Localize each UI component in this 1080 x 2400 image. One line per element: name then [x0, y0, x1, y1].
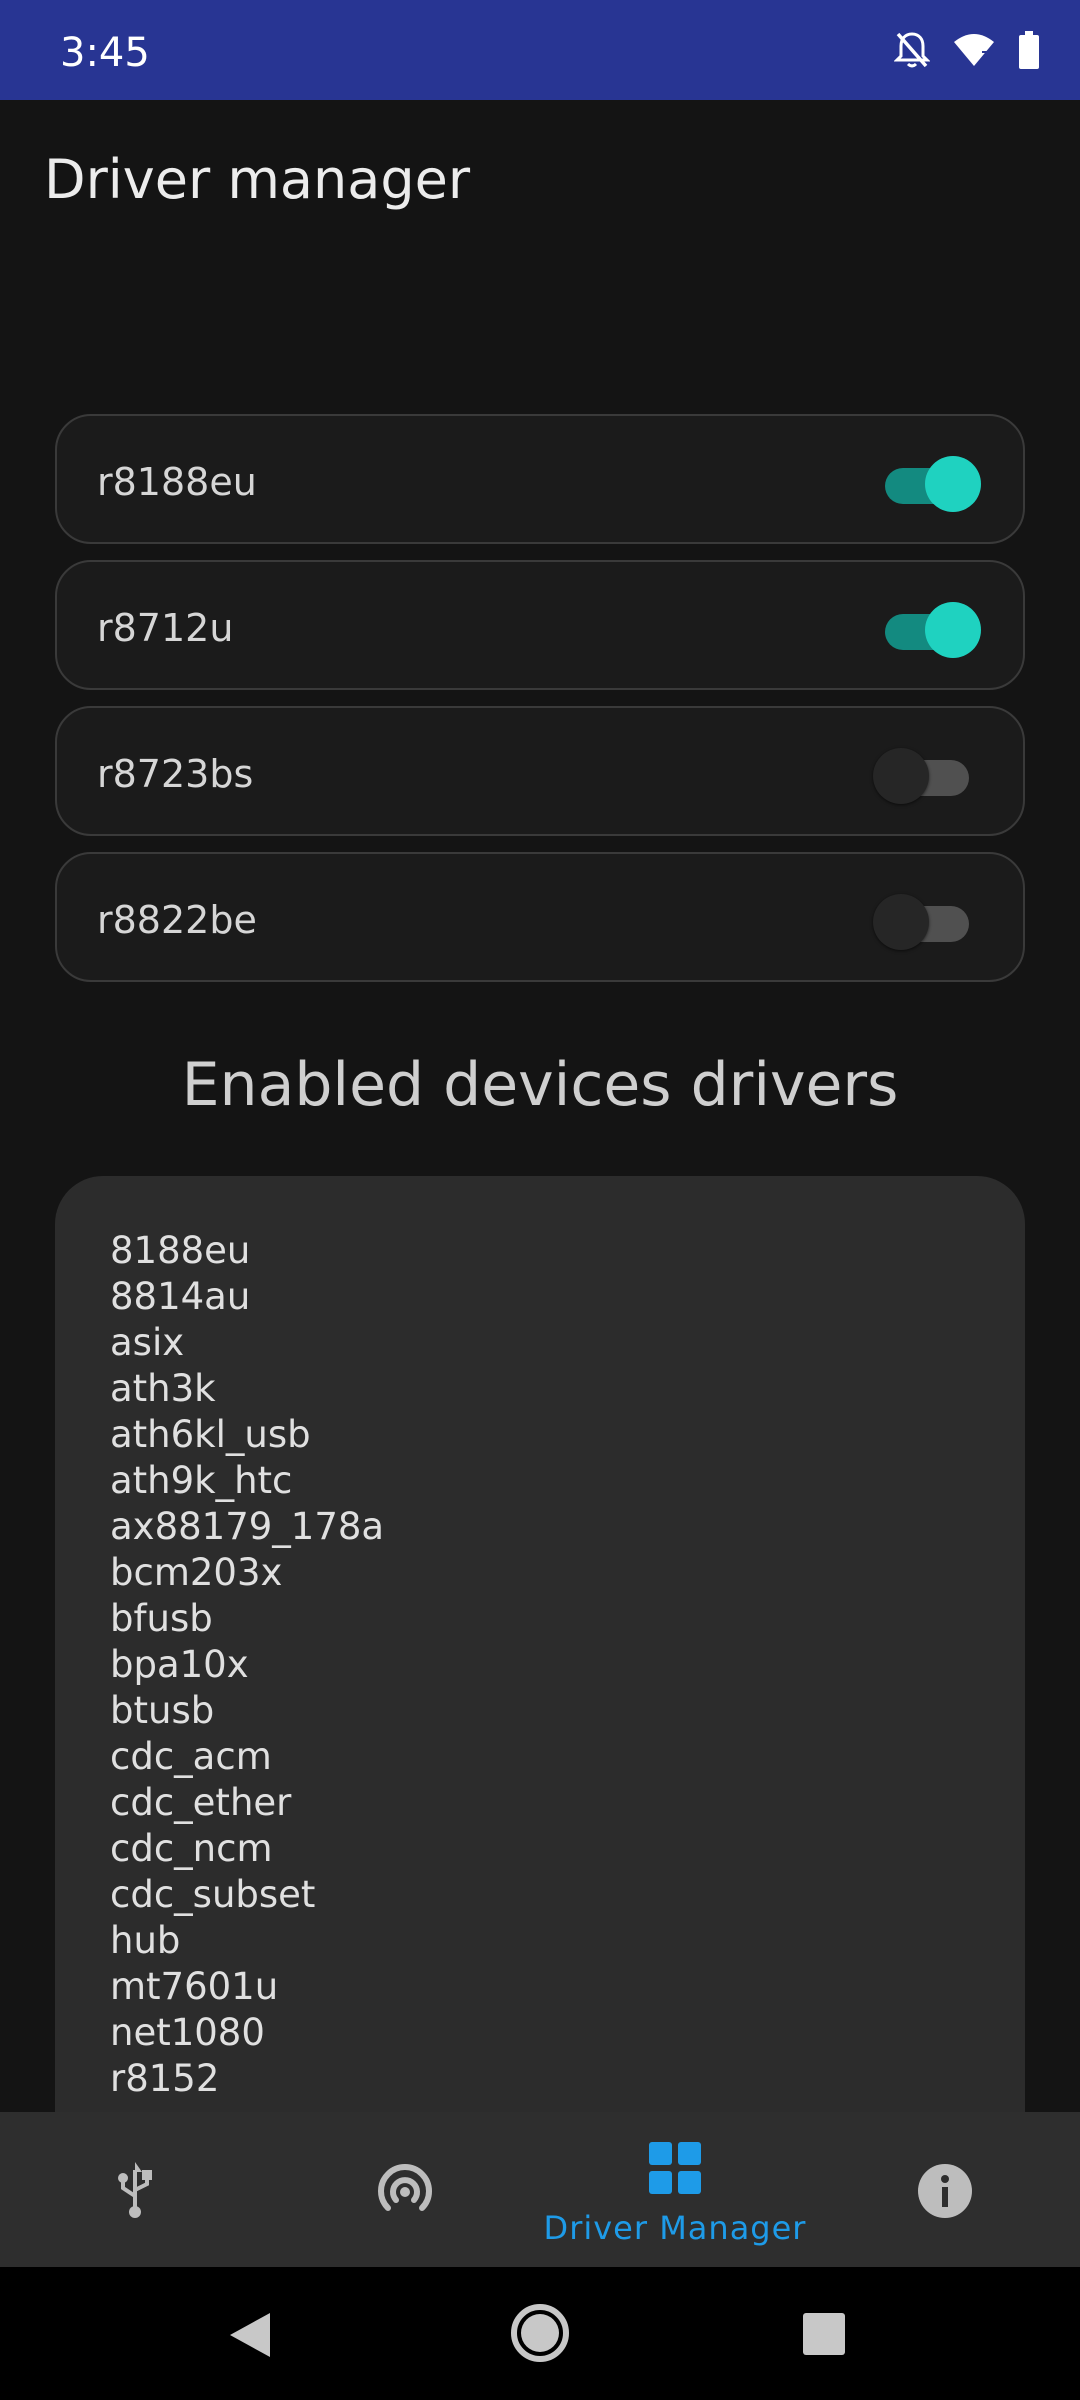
enabled-drivers-list: 8188eu 8814au asix ath3k ath6kl_usb ath9… — [110, 1228, 384, 2102]
driver-toggle-r8822be[interactable] — [873, 892, 975, 950]
switch-thumb — [873, 748, 929, 804]
nav-item-broadcast[interactable] — [270, 2112, 540, 2267]
list-item: asix — [110, 1321, 185, 1364]
dashboard-icon — [649, 2142, 701, 2199]
driver-card-r8822be[interactable]: r8822be — [55, 852, 1025, 982]
driver-name: r8188eu — [97, 460, 257, 504]
system-navigation-bar — [0, 2267, 1080, 2400]
nav-item-info[interactable] — [810, 2112, 1080, 2267]
list-item: r8152 — [110, 2057, 220, 2100]
enabled-drivers-panel[interactable]: 8188eu 8814au asix ath3k ath6kl_usb ath9… — [55, 1176, 1025, 2136]
driver-card-r8188eu[interactable]: r8188eu — [55, 414, 1025, 544]
battery-icon — [1018, 30, 1040, 74]
nav-item-usb[interactable] — [0, 2112, 270, 2267]
driver-toggle-r8723bs[interactable] — [873, 746, 975, 804]
driver-name: r8822be — [97, 898, 257, 942]
notifications-off-icon — [893, 30, 931, 75]
home-icon[interactable] — [510, 2303, 570, 2368]
switch-thumb — [873, 894, 929, 950]
list-item: mt7601u — [110, 1965, 279, 2008]
list-item: 8188eu — [110, 1229, 251, 1272]
list-item: net1080 — [110, 2011, 265, 2054]
driver-card-r8712u[interactable]: r8712u — [55, 560, 1025, 690]
driver-name: r8723bs — [97, 752, 254, 796]
page-title: Driver manager — [44, 148, 471, 211]
bottom-navigation: Driver Manager — [0, 2112, 1080, 2267]
list-item: ath3k — [110, 1367, 216, 1410]
switch-thumb — [925, 456, 981, 512]
driver-toggle-r8712u[interactable] — [879, 600, 981, 658]
list-item: cdc_ncm — [110, 1827, 273, 1870]
list-item: ax88179_178a — [110, 1505, 385, 1548]
broadcast-icon — [376, 2162, 434, 2225]
nav-label-driver-manager: Driver Manager — [543, 2209, 807, 2247]
list-item: cdc_subset — [110, 1873, 316, 1916]
driver-toggle-r8188eu[interactable] — [879, 454, 981, 512]
list-item: cdc_ether — [110, 1781, 292, 1824]
list-item: bpa10x — [110, 1643, 249, 1686]
info-icon — [917, 2163, 973, 2224]
back-icon[interactable] — [228, 2311, 272, 2364]
status-time: 3:45 — [60, 30, 150, 76]
list-item: bfusb — [110, 1597, 213, 1640]
list-item: hub — [110, 1919, 181, 1962]
driver-card-r8723bs[interactable]: r8723bs — [55, 706, 1025, 836]
wifi-icon — [952, 32, 996, 73]
driver-name: r8712u — [97, 606, 234, 650]
list-item: ath9k_htc — [110, 1459, 293, 1502]
recents-icon[interactable] — [803, 2313, 845, 2360]
list-item: cdc_acm — [110, 1735, 272, 1778]
status-icons — [893, 30, 1040, 75]
list-item: btusb — [110, 1689, 215, 1732]
list-item: ath6kl_usb — [110, 1413, 311, 1456]
enabled-drivers-heading: Enabled devices drivers — [181, 1050, 899, 1120]
usb-icon — [115, 2162, 155, 2225]
list-item: 8814au — [110, 1275, 251, 1318]
nav-item-driver-manager[interactable]: Driver Manager — [540, 2112, 810, 2267]
list-item: bcm203x — [110, 1551, 283, 1594]
switch-thumb — [925, 602, 981, 658]
status-bar: 3:45 — [0, 0, 1080, 100]
